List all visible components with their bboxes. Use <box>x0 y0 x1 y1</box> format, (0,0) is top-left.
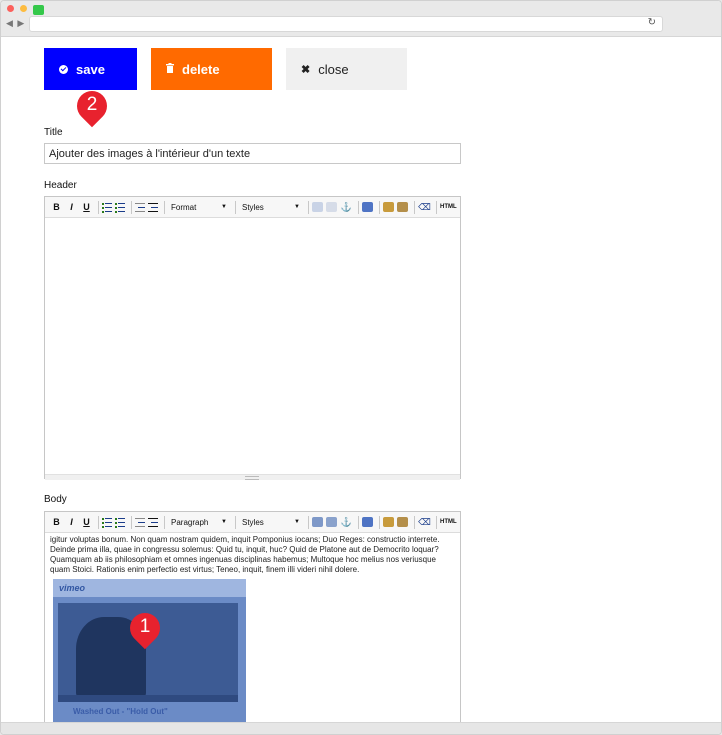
eraser-icon[interactable]: ⌫ <box>418 516 431 529</box>
bullet-list-icon[interactable] <box>102 517 112 528</box>
reload-icon[interactable]: ↻ <box>648 17 656 28</box>
paste-text-icon[interactable] <box>383 517 394 527</box>
url-bar[interactable]: ↻ <box>29 16 663 32</box>
indent-icon[interactable] <box>148 202 158 212</box>
title-input[interactable] <box>44 143 461 164</box>
indent-icon[interactable] <box>148 517 158 527</box>
italic-button[interactable]: I <box>65 516 78 529</box>
italic-button[interactable]: I <box>65 201 78 214</box>
header-editor[interactable]: B I U Format ▼ Styles ▼ ⚓ ⌫ HTML <box>44 196 461 480</box>
paste-word-icon[interactable] <box>397 517 408 527</box>
image-icon[interactable] <box>362 202 373 212</box>
check-circle-icon <box>59 64 68 74</box>
body-label: Body <box>44 494 67 505</box>
selected-video-image[interactable]: vimeo Washed Out - "Hold Out" <box>53 579 246 727</box>
bold-button[interactable]: B <box>50 516 63 529</box>
title-label: Title <box>44 127 63 138</box>
trash-icon <box>166 62 174 76</box>
browser-window: ◀ ▶ ↻ save delete ✖ close 2 Title Header… <box>0 0 722 735</box>
close-button[interactable]: ✖ close <box>286 48 407 90</box>
browser-chrome: ◀ ▶ ↻ <box>1 1 721 37</box>
header-editor-toolbar: B I U Format ▼ Styles ▼ ⚓ ⌫ HTML <box>45 197 460 218</box>
unlink-icon[interactable] <box>326 517 337 527</box>
styles-dropdown[interactable]: Styles ▼ <box>239 200 303 214</box>
anchor-icon[interactable]: ⚓ <box>340 516 353 529</box>
link-icon[interactable] <box>312 517 323 527</box>
format-dropdown[interactable]: Format ▼ <box>168 200 230 214</box>
resize-handle[interactable] <box>45 474 460 480</box>
anchor-icon[interactable]: ⚓ <box>340 201 353 214</box>
eraser-icon[interactable]: ⌫ <box>418 201 431 214</box>
close-button-label: close <box>318 61 349 77</box>
delete-button[interactable]: delete <box>151 48 272 90</box>
html-source-button[interactable]: HTML <box>440 516 457 529</box>
numbered-list-icon[interactable] <box>115 517 125 528</box>
vimeo-logo: vimeo <box>59 583 86 593</box>
html-source-button[interactable]: HTML <box>440 201 457 214</box>
minimize-window-dot[interactable] <box>20 5 27 12</box>
outdent-icon[interactable] <box>135 517 145 527</box>
body-editor-text[interactable]: igitur voluptas bonum. Non quam nostram … <box>45 533 460 575</box>
paste-word-icon[interactable] <box>397 202 408 212</box>
outdent-icon[interactable] <box>135 202 145 212</box>
bullet-list-icon[interactable] <box>102 202 112 213</box>
unlink-icon[interactable] <box>326 202 337 212</box>
header-label: Header <box>44 180 77 191</box>
link-icon[interactable] <box>312 202 323 212</box>
header-editor-content[interactable] <box>45 218 460 474</box>
underline-button[interactable]: U <box>80 201 93 214</box>
maximize-window-dot[interactable] <box>33 5 44 15</box>
close-window-dot[interactable] <box>7 5 14 12</box>
styles-dropdown[interactable]: Styles ▼ <box>239 515 303 529</box>
browser-bottom-bar <box>1 722 721 734</box>
paragraph-dropdown[interactable]: Paragraph ▼ <box>168 515 230 529</box>
underline-button[interactable]: U <box>80 516 93 529</box>
paste-text-icon[interactable] <box>383 202 394 212</box>
close-icon: ✖ <box>301 63 311 76</box>
save-button[interactable]: save <box>44 48 137 90</box>
numbered-list-icon[interactable] <box>115 202 125 213</box>
delete-button-label: delete <box>182 61 220 77</box>
video-controls <box>58 695 238 702</box>
body-editor[interactable]: B I U Paragraph ▼ Styles ▼ ⚓ ⌫ HTML igit… <box>44 511 461 727</box>
video-caption: Washed Out - "Hold Out" <box>73 707 168 716</box>
back-forward-icon[interactable]: ◀ ▶ <box>6 18 25 29</box>
body-editor-toolbar: B I U Paragraph ▼ Styles ▼ ⚓ ⌫ HTML <box>45 512 460 533</box>
bold-button[interactable]: B <box>50 201 63 214</box>
save-button-label: save <box>76 61 105 77</box>
image-icon[interactable] <box>362 517 373 527</box>
